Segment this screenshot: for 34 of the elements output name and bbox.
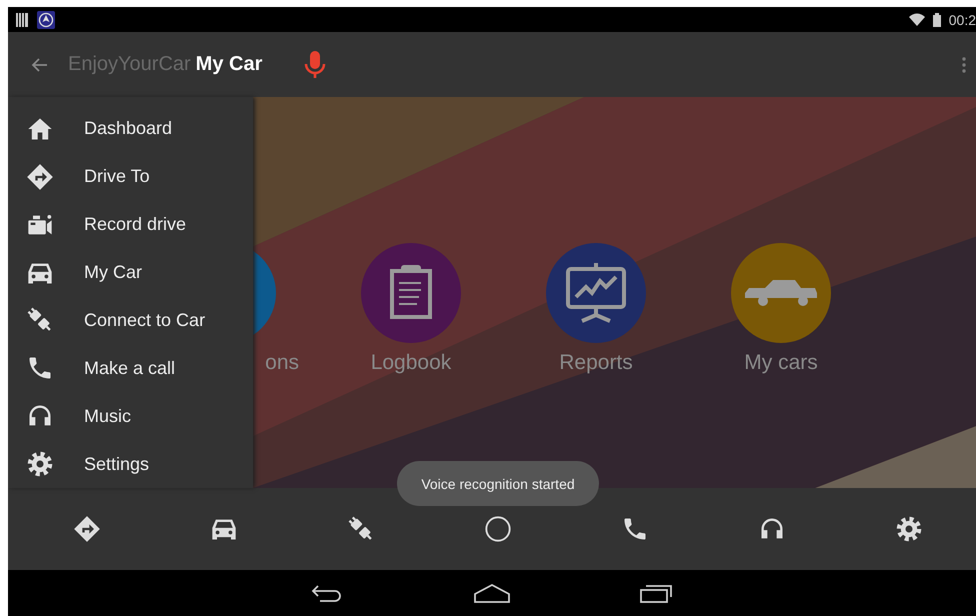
barcode-icon [16, 12, 29, 26]
more-options-icon [962, 56, 966, 72]
tile-circle[interactable] [731, 243, 831, 343]
toast-message: Voice recognition started [397, 461, 599, 506]
home-icon [472, 582, 512, 604]
circle-icon [484, 515, 512, 543]
drawer-item[interactable]: Record drive [84, 214, 186, 236]
settings-icon [895, 515, 923, 543]
battery-icon [932, 12, 941, 26]
recent-apps-icon [638, 582, 674, 604]
sedan-icon [745, 280, 817, 306]
drawer-item[interactable]: Settings [84, 454, 150, 475]
screen-title: My Car [196, 53, 262, 76]
tile-label: Logbook [370, 351, 452, 375]
tile-circle[interactable] [361, 243, 461, 343]
wifi-icon [908, 13, 925, 26]
drawer-item[interactable]: Dashboard [84, 118, 172, 140]
presentation-chart-icon [566, 261, 626, 323]
drawer-item[interactable]: Drive To [84, 166, 150, 188]
navigation-app-icon [37, 10, 55, 28]
tile-label: ons [265, 351, 299, 375]
tile-label: Reports [559, 351, 633, 375]
drawer-item[interactable]: Connect to Car [84, 310, 206, 331]
drawer-item[interactable]: My Car [84, 262, 142, 284]
microphone-icon [303, 50, 328, 80]
clock-time: 00:2 [948, 12, 976, 28]
drawer-item[interactable]: Make a call [84, 358, 176, 379]
settings-icon [26, 450, 54, 478]
directions-icon [73, 515, 101, 543]
tile-circle[interactable] [546, 243, 646, 343]
drawer-item[interactable]: Music [84, 406, 132, 427]
tile-label: My cars [744, 351, 818, 375]
directions-icon [26, 162, 54, 191]
clipboard-icon [390, 265, 432, 319]
